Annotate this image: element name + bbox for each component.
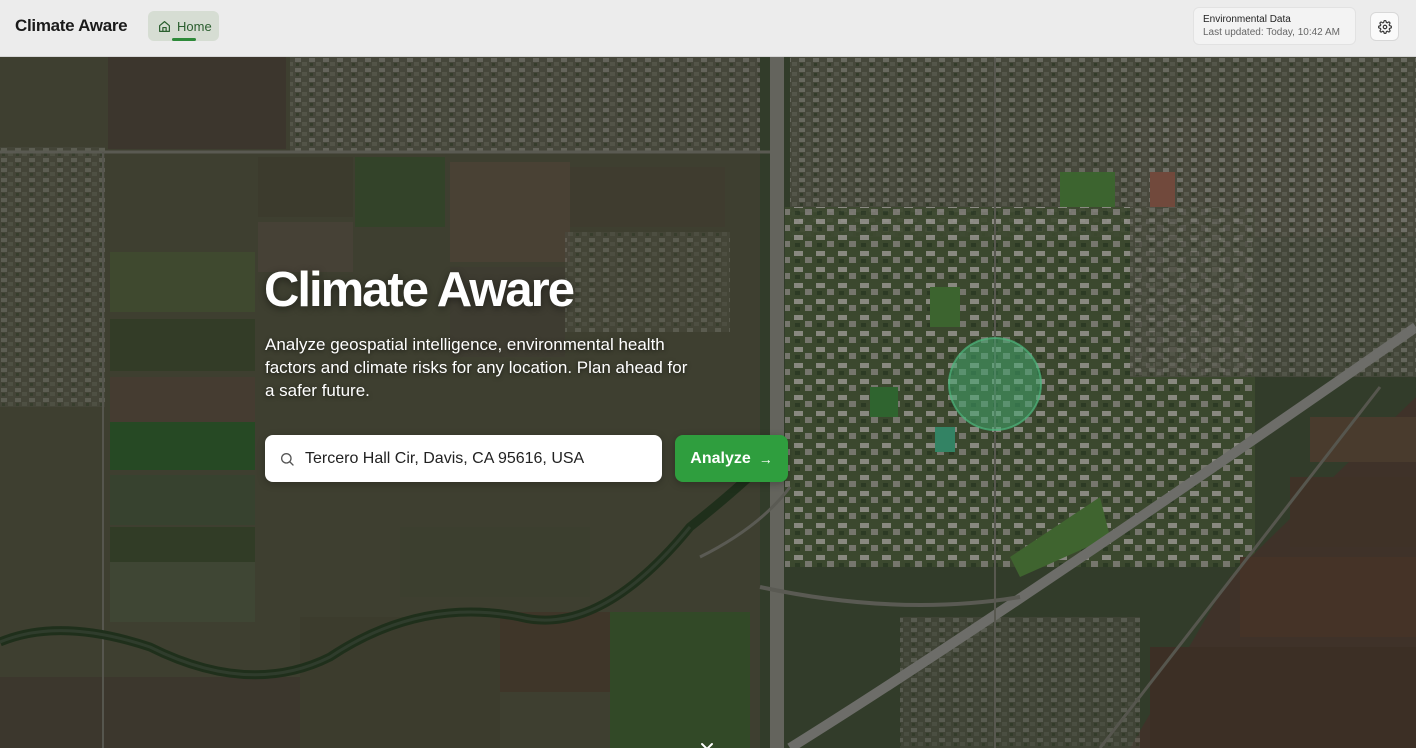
- arrow-right-icon: →: [758, 450, 773, 467]
- home-icon: [159, 20, 170, 32]
- nav-home-label: Home: [177, 18, 212, 34]
- settings-button[interactable]: [1370, 12, 1399, 41]
- location-search-input[interactable]: [305, 449, 645, 468]
- env-data-title: Environmental Data: [1203, 14, 1291, 25]
- map-overlay: [0, 57, 1416, 748]
- brand-logo[interactable]: Climate Aware: [15, 16, 128, 36]
- hero-description: Analyze geospatial intelligence, environ…: [265, 335, 688, 400]
- analyze-button[interactable]: Analyze →: [675, 435, 788, 482]
- active-tab-indicator: [172, 38, 196, 41]
- satellite-map-background: [0, 57, 1416, 748]
- chevron-down-icon: [701, 743, 713, 748]
- hero-title: Climate Aware: [264, 263, 575, 317]
- analyze-button-label: Analyze: [690, 449, 751, 467]
- location-search-box[interactable]: [265, 435, 662, 482]
- nav-home-tab[interactable]: Home: [148, 11, 219, 41]
- env-data-updated: Last updated: Today, 10:42 AM: [1203, 27, 1340, 38]
- scroll-down-indicator[interactable]: [700, 738, 714, 748]
- environmental-data-status: Environmental Data Last updated: Today, …: [1193, 7, 1356, 45]
- gear-icon: [1377, 19, 1392, 34]
- search-icon: [281, 452, 294, 466]
- top-header: Climate Aware Home Environmental Data La…: [0, 0, 1416, 57]
